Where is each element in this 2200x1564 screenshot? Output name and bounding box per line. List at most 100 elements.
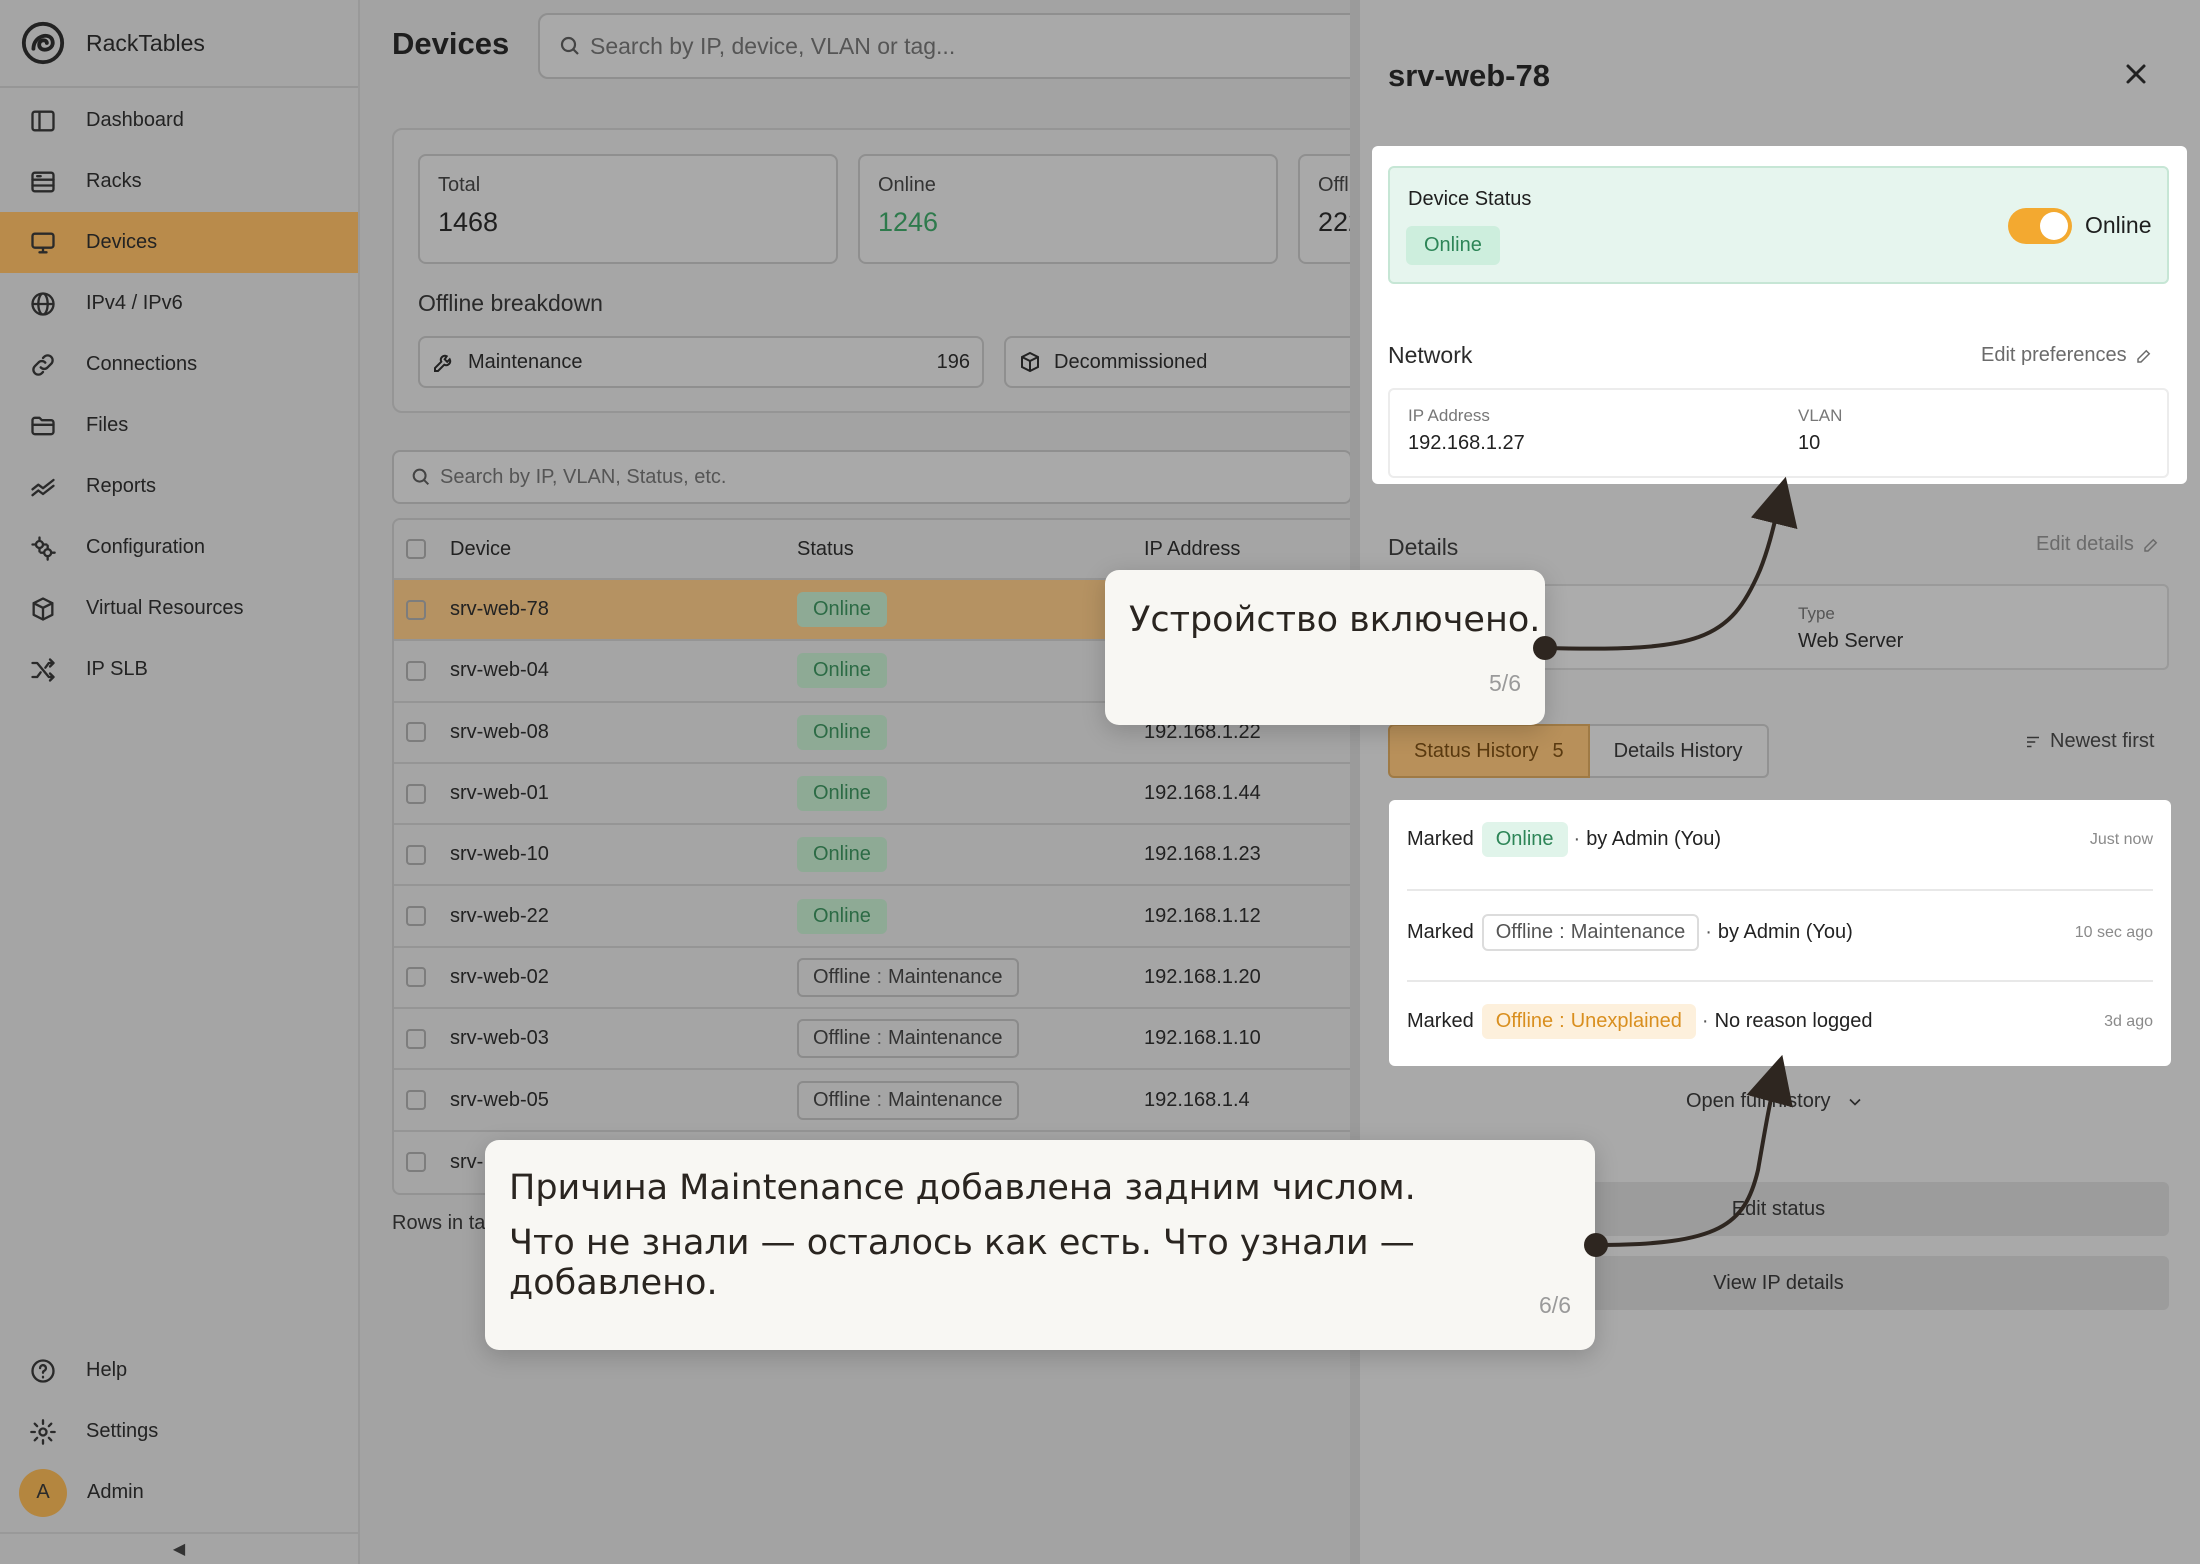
table-row[interactable]: srv-web-02 Offline: Maintenance 192.168.1…	[394, 948, 1350, 1010]
tab-label: Details History	[1613, 739, 1743, 762]
cell-status: Offline: Maintenance	[797, 957, 1144, 997]
highlighted-status-network: Device Status Online Online Network Edit…	[1372, 146, 2187, 484]
maintenance-filter[interactable]: Maintenance 196	[418, 336, 984, 388]
sidebar-item-ip[interactable]: IPv4 / IPv6	[0, 273, 358, 334]
history-colon: :	[1559, 921, 1565, 943]
row-checkbox[interactable]	[406, 1028, 426, 1049]
history-by: No reason logged	[1714, 1010, 1873, 1032]
table-row[interactable]: srv-web-22 Online 192.168.1.12	[394, 886, 1350, 948]
user-menu[interactable]: A Admin	[0, 1462, 358, 1523]
sidebar-item-label: Help	[86, 1359, 128, 1381]
table-row[interactable]: srv-web-05 Offline: Maintenance 192.168.1…	[394, 1070, 1350, 1132]
row-checkbox[interactable]	[406, 844, 426, 865]
column-header-status[interactable]: Status	[797, 538, 1144, 561]
tab-status-history[interactable]: Status History 5	[1388, 724, 1590, 778]
rows-per-page-label: Rows in ta	[392, 1212, 486, 1234]
sidebar-item-dashboard[interactable]: Dashboard	[0, 90, 358, 151]
cell-status: Online	[797, 714, 1144, 750]
row-checkbox[interactable]	[406, 906, 426, 927]
sidebar-item-connections[interactable]: Connections	[0, 334, 358, 395]
sidebar-item-racks[interactable]: Racks	[0, 151, 358, 212]
cell-status: Online	[797, 898, 1144, 934]
edit-details-link[interactable]: Edit details	[2036, 533, 2160, 556]
table-row[interactable]: srv-web-10 Online 192.168.1.23	[394, 825, 1350, 887]
status-badge: Online	[797, 776, 887, 812]
collapse-sidebar-button[interactable]: ◀	[0, 1532, 358, 1564]
row-checkbox[interactable]	[406, 722, 426, 743]
stat-offline: Offl 222	[1298, 154, 1350, 264]
row-checkbox[interactable]	[406, 1090, 426, 1111]
offline-breakdown-label: Offline breakdown	[418, 290, 603, 316]
sidebar-item-ip-slb[interactable]: IP SLB	[0, 639, 358, 700]
column-header-device[interactable]: Device	[450, 538, 797, 561]
cell-ip: 192.168.1.4	[1144, 1088, 1250, 1111]
decommissioned-filter[interactable]: Decommissioned	[1004, 336, 1350, 388]
sort-newest-first[interactable]: Newest first	[2024, 730, 2154, 753]
history-separator: ·	[1701, 1010, 1709, 1032]
sidebar-item-settings[interactable]: Settings	[0, 1401, 358, 1462]
edit-preferences-link[interactable]: Edit preferences	[1981, 344, 2153, 367]
open-full-history-button[interactable]: Open full history	[1686, 1090, 1865, 1113]
sidebar-item-help[interactable]: Help	[0, 1340, 358, 1401]
type-value: Web Server	[1798, 630, 1904, 652]
ip-address-label: IP Address	[1408, 406, 1490, 425]
table-row[interactable]: srv-web-01 Online 192.168.1.44	[394, 764, 1350, 826]
callout-line-1: Причина Maintenance добавлена задним чис…	[509, 1168, 1416, 1208]
tab-details-history[interactable]: Details History	[1589, 724, 1769, 778]
status-text: Offline	[813, 965, 871, 988]
history-prefix: Marked	[1407, 921, 1474, 943]
cell-status: Online	[797, 776, 1144, 812]
type-label: Type	[1798, 604, 1835, 623]
tour-callout-step-5: Устройство включено. 5/6	[1105, 570, 1545, 725]
open-full-label: Open full history	[1686, 1090, 1831, 1112]
wrench-icon	[434, 354, 452, 372]
stat-online: Online 1246	[858, 154, 1278, 264]
cell-device: srv-web-08	[450, 720, 549, 743]
tour-callout-step-6: Причина Maintenance добавлена задним чис…	[485, 1140, 1595, 1350]
history-by: by Admin (You)	[1717, 921, 1853, 943]
history-time: 3d ago	[2104, 1012, 2153, 1030]
table-search-input[interactable]: Search by IP, VLAN, Status, etc.	[392, 450, 1350, 504]
history-status-badge: Offline: Maintenance	[1481, 914, 1700, 951]
history-prefix: Marked	[1407, 828, 1474, 850]
row-checkbox[interactable]	[406, 1152, 426, 1173]
sidebar-item-label: Racks	[86, 170, 142, 192]
sidebar-item-reports[interactable]: Reports	[0, 456, 358, 517]
chart-lines-icon	[28, 472, 58, 502]
global-search-input[interactable]: Search by IP, device, VLAN or tag...	[538, 13, 1350, 79]
stat-label: Total	[438, 174, 481, 196]
sidebar-item-configuration[interactable]: Configuration	[0, 517, 358, 578]
column-header-ip[interactable]: IP Address	[1144, 538, 1240, 561]
globe-icon	[28, 289, 58, 319]
vlan-label: VLAN	[1798, 406, 1843, 425]
select-all-checkbox[interactable]	[406, 539, 426, 559]
edit-preferences-label: Edit preferences	[1981, 344, 2127, 366]
close-panel-button[interactable]	[2120, 58, 2152, 90]
network-label: Network	[1388, 342, 1473, 368]
sidebar-item-virtual-resources[interactable]: Virtual Resources	[0, 578, 358, 639]
divider	[1407, 980, 2153, 982]
user-name: Admin	[87, 1481, 144, 1503]
history-separator: ·	[1705, 921, 1712, 943]
link-icon	[28, 350, 58, 380]
tab-count: 5	[1552, 739, 1564, 762]
brand[interactable]: RackTables	[0, 0, 358, 88]
online-toggle[interactable]	[2008, 208, 2072, 244]
status-reason: Maintenance	[888, 965, 1003, 988]
row-checkbox[interactable]	[406, 783, 426, 804]
help-circle-icon	[28, 1356, 58, 1386]
table-row[interactable]: srv-web-03 Offline: Maintenance 192.168.1…	[394, 1009, 1350, 1071]
sidebar-item-files[interactable]: Files	[0, 395, 358, 456]
row-checkbox[interactable]	[406, 967, 426, 988]
status-text: Offline	[813, 1027, 871, 1050]
history-status-text: Offline	[1495, 1010, 1554, 1032]
cube-icon	[28, 594, 58, 624]
tab-label: Status History	[1414, 739, 1539, 762]
row-checkbox[interactable]	[406, 599, 426, 620]
avatar: A	[19, 1468, 67, 1517]
history-status-text: Offline	[1495, 921, 1554, 943]
stat-label: Offl	[1318, 174, 1349, 196]
status-reason: Maintenance	[888, 1088, 1003, 1111]
row-checkbox[interactable]	[406, 660, 426, 681]
sidebar-item-devices[interactable]: Devices	[0, 212, 358, 273]
